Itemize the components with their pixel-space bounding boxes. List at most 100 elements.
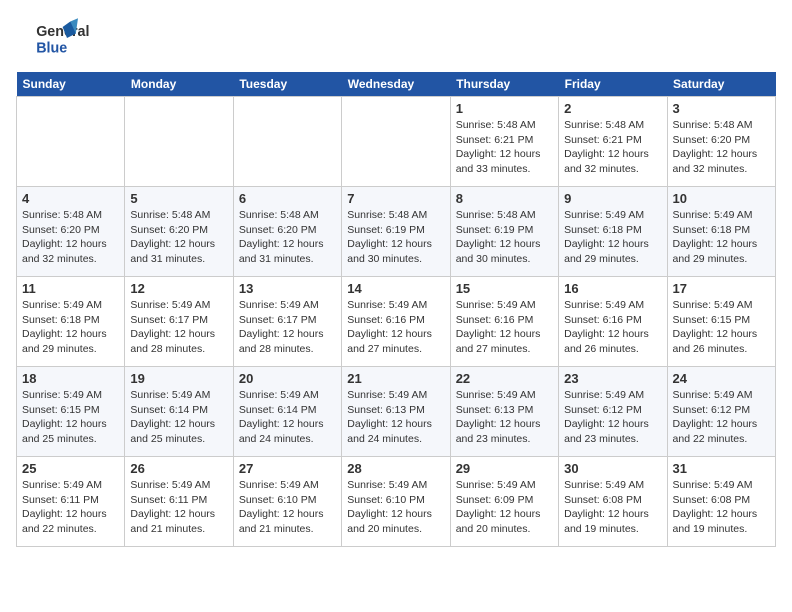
- calendar-cell: 17 Sunrise: 5:49 AM Sunset: 6:15 PM Dayli…: [667, 277, 775, 367]
- calendar-cell: 13 Sunrise: 5:49 AM Sunset: 6:17 PM Dayli…: [233, 277, 341, 367]
- day-info: Sunrise: 5:48 AM Sunset: 6:21 PM Dayligh…: [456, 118, 553, 177]
- calendar-week-3: 11 Sunrise: 5:49 AM Sunset: 6:18 PM Dayli…: [17, 277, 776, 367]
- calendar-cell: 4 Sunrise: 5:48 AM Sunset: 6:20 PM Daylig…: [17, 187, 125, 277]
- day-number: 29: [456, 461, 553, 476]
- day-info: Sunrise: 5:49 AM Sunset: 6:10 PM Dayligh…: [347, 478, 444, 537]
- calendar-cell: 5Sunrise: 5:48 AM Sunset: 6:20 PM Daylig…: [125, 187, 233, 277]
- day-number: 10: [673, 191, 770, 206]
- day-info: Sunrise: 5:48 AM Sunset: 6:20 PM Dayligh…: [239, 208, 336, 267]
- logo-svg: General Blue: [16, 16, 96, 60]
- day-number: 25: [22, 461, 119, 476]
- calendar-cell: 28 Sunrise: 5:49 AM Sunset: 6:10 PM Dayli…: [342, 457, 450, 547]
- day-number: 16: [564, 281, 661, 296]
- day-info: Sunrise: 5:48 AM Sunset: 6:20 PM Dayligh…: [22, 208, 119, 267]
- day-number: 3: [673, 101, 770, 116]
- calendar-cell: 22 Sunrise: 5:49 AM Sunset: 6:13 PM Dayli…: [450, 367, 558, 457]
- calendar-cell: 29Sunrise: 5:49 AM Sunset: 6:09 PM Dayli…: [450, 457, 558, 547]
- calendar-week-4: 18Sunrise: 5:49 AM Sunset: 6:15 PM Dayli…: [17, 367, 776, 457]
- day-number: 14: [347, 281, 444, 296]
- calendar-week-2: 4 Sunrise: 5:48 AM Sunset: 6:20 PM Daylig…: [17, 187, 776, 277]
- day-info: Sunrise: 5:48 AM Sunset: 6:21 PM Dayligh…: [564, 118, 661, 177]
- day-number: 15: [456, 281, 553, 296]
- svg-text:Blue: Blue: [36, 40, 67, 56]
- calendar-cell: 9 Sunrise: 5:49 AM Sunset: 6:18 PM Daylig…: [559, 187, 667, 277]
- logo: General Blue: [16, 16, 96, 60]
- page-header: General Blue: [16, 16, 776, 60]
- calendar-cell: 6 Sunrise: 5:48 AM Sunset: 6:20 PM Daylig…: [233, 187, 341, 277]
- calendar-cell: 18Sunrise: 5:49 AM Sunset: 6:15 PM Dayli…: [17, 367, 125, 457]
- calendar-cell: [233, 97, 341, 187]
- day-info: Sunrise: 5:49 AM Sunset: 6:14 PM Dayligh…: [130, 388, 227, 447]
- weekday-header-tuesday: Tuesday: [233, 72, 341, 97]
- day-number: 9: [564, 191, 661, 206]
- day-info: Sunrise: 5:49 AM Sunset: 6:16 PM Dayligh…: [347, 298, 444, 357]
- weekday-header-thursday: Thursday: [450, 72, 558, 97]
- day-number: 27: [239, 461, 336, 476]
- day-info: Sunrise: 5:49 AM Sunset: 6:08 PM Dayligh…: [673, 478, 770, 537]
- calendar-cell: 14 Sunrise: 5:49 AM Sunset: 6:16 PM Dayli…: [342, 277, 450, 367]
- day-number: 4: [22, 191, 119, 206]
- day-number: 31: [673, 461, 770, 476]
- calendar-cell: 11 Sunrise: 5:49 AM Sunset: 6:18 PM Dayli…: [17, 277, 125, 367]
- calendar-cell: 26 Sunrise: 5:49 AM Sunset: 6:11 PM Dayli…: [125, 457, 233, 547]
- svg-text:General: General: [36, 24, 89, 40]
- day-number: 11: [22, 281, 119, 296]
- day-number: 13: [239, 281, 336, 296]
- calendar-cell: 24 Sunrise: 5:49 AM Sunset: 6:12 PM Dayli…: [667, 367, 775, 457]
- day-info: Sunrise: 5:49 AM Sunset: 6:12 PM Dayligh…: [564, 388, 661, 447]
- day-info: Sunrise: 5:49 AM Sunset: 6:16 PM Dayligh…: [564, 298, 661, 357]
- calendar-cell: 8 Sunrise: 5:48 AM Sunset: 6:19 PM Daylig…: [450, 187, 558, 277]
- day-number: 22: [456, 371, 553, 386]
- day-number: 8: [456, 191, 553, 206]
- calendar-cell: 12Sunrise: 5:49 AM Sunset: 6:17 PM Dayli…: [125, 277, 233, 367]
- weekday-header-wednesday: Wednesday: [342, 72, 450, 97]
- day-info: Sunrise: 5:48 AM Sunset: 6:19 PM Dayligh…: [456, 208, 553, 267]
- day-info: Sunrise: 5:49 AM Sunset: 6:15 PM Dayligh…: [673, 298, 770, 357]
- calendar-week-1: 1Sunrise: 5:48 AM Sunset: 6:21 PM Daylig…: [17, 97, 776, 187]
- calendar-cell: 23Sunrise: 5:49 AM Sunset: 6:12 PM Dayli…: [559, 367, 667, 457]
- day-info: Sunrise: 5:49 AM Sunset: 6:14 PM Dayligh…: [239, 388, 336, 447]
- day-info: Sunrise: 5:49 AM Sunset: 6:18 PM Dayligh…: [564, 208, 661, 267]
- day-number: 20: [239, 371, 336, 386]
- day-info: Sunrise: 5:49 AM Sunset: 6:16 PM Dayligh…: [456, 298, 553, 357]
- day-number: 7: [347, 191, 444, 206]
- calendar-cell: 2 Sunrise: 5:48 AM Sunset: 6:21 PM Daylig…: [559, 97, 667, 187]
- day-number: 6: [239, 191, 336, 206]
- day-number: 30: [564, 461, 661, 476]
- calendar-cell: 16 Sunrise: 5:49 AM Sunset: 6:16 PM Dayli…: [559, 277, 667, 367]
- day-info: Sunrise: 5:48 AM Sunset: 6:19 PM Dayligh…: [347, 208, 444, 267]
- calendar-cell: 1Sunrise: 5:48 AM Sunset: 6:21 PM Daylig…: [450, 97, 558, 187]
- day-info: Sunrise: 5:49 AM Sunset: 6:17 PM Dayligh…: [130, 298, 227, 357]
- day-number: 5: [130, 191, 227, 206]
- day-number: 26: [130, 461, 227, 476]
- calendar-cell: 10Sunrise: 5:49 AM Sunset: 6:18 PM Dayli…: [667, 187, 775, 277]
- calendar-cell: 19 Sunrise: 5:49 AM Sunset: 6:14 PM Dayli…: [125, 367, 233, 457]
- day-number: 2: [564, 101, 661, 116]
- day-info: Sunrise: 5:49 AM Sunset: 6:18 PM Dayligh…: [22, 298, 119, 357]
- calendar-cell: 15 Sunrise: 5:49 AM Sunset: 6:16 PM Dayli…: [450, 277, 558, 367]
- calendar-table: SundayMondayTuesdayWednesdayThursdayFrid…: [16, 72, 776, 547]
- calendar-cell: 20 Sunrise: 5:49 AM Sunset: 6:14 PM Dayli…: [233, 367, 341, 457]
- day-info: Sunrise: 5:49 AM Sunset: 6:12 PM Dayligh…: [673, 388, 770, 447]
- day-number: 17: [673, 281, 770, 296]
- day-info: Sunrise: 5:49 AM Sunset: 6:13 PM Dayligh…: [456, 388, 553, 447]
- day-info: Sunrise: 5:49 AM Sunset: 6:11 PM Dayligh…: [130, 478, 227, 537]
- day-number: 28: [347, 461, 444, 476]
- weekday-header-saturday: Saturday: [667, 72, 775, 97]
- day-number: 18: [22, 371, 119, 386]
- calendar-cell: [342, 97, 450, 187]
- weekday-header-row: SundayMondayTuesdayWednesdayThursdayFrid…: [17, 72, 776, 97]
- calendar-cell: 31 Sunrise: 5:49 AM Sunset: 6:08 PM Dayli…: [667, 457, 775, 547]
- day-number: 24: [673, 371, 770, 386]
- day-number: 21: [347, 371, 444, 386]
- calendar-cell: 27Sunrise: 5:49 AM Sunset: 6:10 PM Dayli…: [233, 457, 341, 547]
- weekday-header-monday: Monday: [125, 72, 233, 97]
- calendar-cell: 25Sunrise: 5:49 AM Sunset: 6:11 PM Dayli…: [17, 457, 125, 547]
- day-info: Sunrise: 5:49 AM Sunset: 6:17 PM Dayligh…: [239, 298, 336, 357]
- day-info: Sunrise: 5:48 AM Sunset: 6:20 PM Dayligh…: [673, 118, 770, 177]
- calendar-cell: [17, 97, 125, 187]
- calendar-cell: 7 Sunrise: 5:48 AM Sunset: 6:19 PM Daylig…: [342, 187, 450, 277]
- day-number: 19: [130, 371, 227, 386]
- day-info: Sunrise: 5:49 AM Sunset: 6:08 PM Dayligh…: [564, 478, 661, 537]
- day-info: Sunrise: 5:49 AM Sunset: 6:13 PM Dayligh…: [347, 388, 444, 447]
